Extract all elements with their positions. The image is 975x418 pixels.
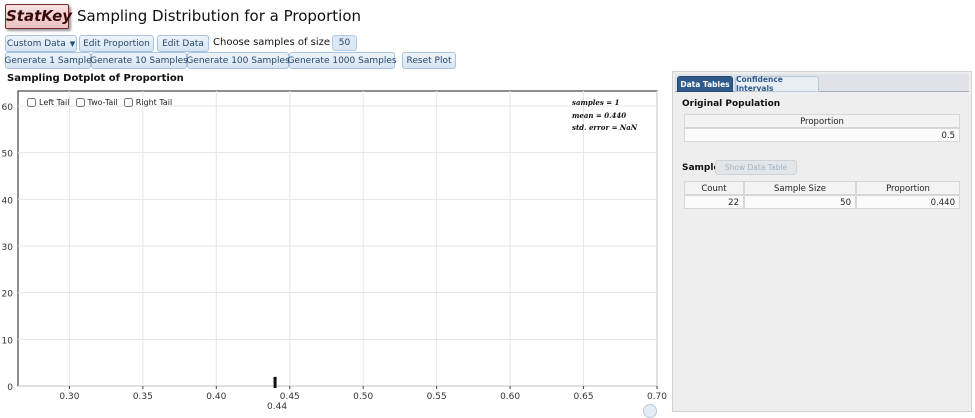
stat-std-error: std. error = NaN (572, 123, 638, 132)
right-tail-option[interactable]: Right Tail (123, 98, 173, 107)
two-tail-label: Two-Tail (87, 98, 118, 107)
caret-down-icon: ▼ (69, 39, 76, 48)
generate-1-sample-button[interactable]: Generate 1 Sample (4, 52, 92, 69)
right-tail-label: Right Tail (135, 98, 173, 107)
custom-data-label: Custom Data (6, 38, 66, 49)
stat-samples: samples = 1 (572, 98, 620, 107)
reset-plot-button[interactable]: Reset Plot (402, 52, 456, 69)
sample-count-value: 22 (684, 195, 744, 209)
table-header-count: Count (684, 181, 744, 195)
x-tick-label: 0.65 (574, 392, 594, 402)
sample-size-text: Choose samples of size (213, 37, 331, 48)
sample-size-value: 50 (744, 195, 856, 209)
population-proportion-value: 0.5 (684, 128, 960, 142)
page-title: Sampling Distribution for a Proportion (77, 7, 362, 25)
two-tail-option[interactable]: Two-Tail (75, 98, 118, 107)
tab-confidence-intervals[interactable]: Confidence Intervals (735, 75, 819, 93)
table-header-sample-size: Sample Size (744, 181, 856, 195)
y-tick-label: 0 (7, 383, 13, 393)
x-tick-label: 0.70 (647, 392, 667, 402)
y-tick-label: 40 (2, 196, 14, 206)
mean-marker-bar (273, 377, 277, 388)
sample-proportion-value: 0.440 (856, 195, 960, 209)
panel-tab-bar: Data Tables Confidence Intervals (675, 74, 969, 93)
dotplot-chart: 0102030405060 0.30 0.35 0.40 0.45 0.50 0.55 0.… (2, 90, 667, 412)
x-tick-label: 0.45 (280, 392, 300, 402)
right-tail-checkbox[interactable] (123, 98, 133, 107)
y-axis-ticks: 0 10 20 30 40 50 60 (2, 103, 14, 393)
edit-data-button[interactable]: Edit Data (157, 35, 209, 52)
two-tail-checkbox[interactable] (75, 98, 85, 107)
plot-title: Sampling Dotplot of Proportion (7, 73, 184, 84)
generate-10-samples-button[interactable]: Generate 10 Samples (90, 52, 188, 69)
generate-100-samples-button[interactable]: Generate 100 Samples (186, 52, 290, 69)
summary-stats: samples = 1 mean = 0.440 std. error = Na… (572, 97, 637, 135)
original-population-heading: Original Population (682, 99, 781, 109)
y-tick-label: 30 (2, 243, 14, 253)
generate-1000-samples-button[interactable]: Generate 1000 Samples (287, 52, 397, 69)
table-header-proportion: Proportion (856, 181, 960, 195)
y-tick-label: 20 (2, 290, 14, 300)
sample-size-input[interactable] (332, 35, 357, 51)
stat-mean: mean = 0.440 (572, 110, 627, 120)
y-tick-label: 50 (2, 150, 14, 160)
custom-data-button[interactable]: Custom Data ▼ (5, 35, 77, 52)
x-tick-label: 0.40 (206, 392, 226, 402)
x-axis-ticks: 0.30 0.35 0.40 0.45 0.50 0.55 0.60 0.65 0.70 (59, 386, 667, 402)
left-tail-label: Left Tail (39, 98, 70, 107)
sample-size-label: Choose samples of size n = (213, 36, 351, 50)
x-tick-label: 0.30 (59, 392, 79, 402)
statkey-logo[interactable]: StatKey (5, 4, 72, 29)
tail-options: Left Tail Two-Tail Right Tail (27, 98, 176, 107)
left-tail-option[interactable]: Left Tail (27, 98, 70, 107)
mean-marker-label: 0.44 (267, 402, 287, 412)
tab-data-tables[interactable]: Data Tables (677, 76, 733, 92)
x-tick-label: 0.60 (500, 392, 520, 402)
x-tick-label: 0.50 (353, 392, 373, 402)
x-tick-label: 0.55 (427, 392, 447, 402)
y-tick-label: 10 (2, 336, 14, 346)
edit-proportion-button[interactable]: Edit Proportion (79, 35, 154, 52)
data-panel: Data Tables Confidence Intervals Origina… (672, 71, 972, 412)
plot-frame (17, 90, 658, 387)
y-tick-label: 60 (2, 103, 14, 113)
x-tick-label: 0.35 (133, 392, 153, 402)
show-data-table-button[interactable]: Show Data Table (715, 160, 797, 175)
table-header-proportion: Proportion (684, 114, 960, 128)
left-tail-checkbox[interactable] (27, 98, 36, 107)
sample-heading: Sample (682, 163, 720, 173)
help-icon[interactable] (643, 404, 657, 418)
